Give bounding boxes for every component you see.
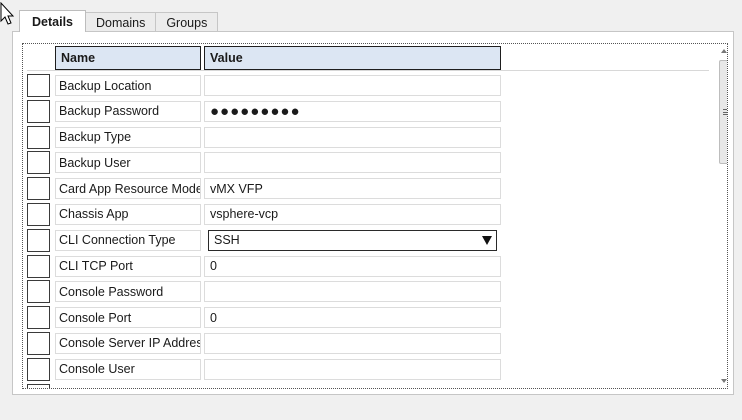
mouse-pointer-icon [0, 2, 15, 25]
attribute-name-cell: Backup User [55, 152, 201, 174]
table-row: Card App Resource Model vMX VFP [23, 176, 713, 202]
table-row: Chassis App vsphere-vcp [23, 202, 713, 228]
attribute-value-cell[interactable] [204, 75, 501, 96]
attribute-name-cell: Backup Type [55, 126, 201, 148]
row-selector[interactable] [27, 125, 50, 149]
attribute-value-cell[interactable]: vMX VFP [204, 178, 501, 200]
row-selector[interactable] [27, 254, 50, 278]
tab-strip: Details Domains Groups [19, 10, 219, 32]
table-row: Console Password [23, 279, 713, 305]
row-selector[interactable] [27, 177, 50, 201]
attribute-name-cell: Card App Resource Model [55, 178, 201, 200]
tab-groups[interactable]: Groups [155, 12, 219, 32]
table-row: Console Port 0 [23, 305, 713, 331]
attribute-value-cell[interactable] [204, 358, 501, 380]
row-selector[interactable] [27, 331, 50, 355]
attribute-value-cell[interactable]: vsphere-vcp [204, 203, 501, 225]
row-selector[interactable] [27, 151, 50, 175]
attribute-value-cell[interactable] [204, 281, 501, 303]
dropdown-arrow-icon[interactable] [482, 235, 492, 245]
attribute-value-cell[interactable] [204, 126, 501, 148]
row-header-corner [27, 46, 53, 70]
tab-details[interactable]: Details [19, 10, 86, 32]
column-header-name[interactable]: Name [55, 46, 201, 70]
table-row: Backup Type [23, 125, 713, 151]
attribute-value-cell[interactable]: 0 [204, 307, 501, 329]
table-row: CLI TCP Port 0 [23, 254, 713, 280]
grid-rows: Backup Location Backup Password ●●●●●●●●… [23, 73, 713, 388]
column-header-value[interactable]: Value [204, 46, 501, 70]
scrollbar-thumb[interactable] [719, 60, 727, 164]
password-value-cell[interactable]: ●●●●●●●●● [204, 100, 501, 122]
attribute-name-cell: Console Password [55, 281, 201, 303]
row-selector[interactable] [27, 383, 50, 388]
table-row: Console Server IP Address [23, 331, 713, 357]
attribute-name-cell: Console Port [55, 307, 201, 329]
attribute-name-cell: Backup Location [55, 75, 201, 96]
vertical-scrollbar[interactable] [717, 44, 727, 388]
scrollbar-grip-icon [723, 109, 727, 115]
header-divider [27, 70, 709, 71]
attribute-name-cell: Console Server IP Address [55, 332, 201, 354]
row-selector[interactable] [27, 74, 50, 97]
table-row [23, 383, 713, 388]
dropdown-selected-value: SSH [214, 233, 240, 248]
attribute-value-cell[interactable]: 0 [204, 255, 501, 277]
table-row: Backup User [23, 150, 713, 176]
table-row: CLI Connection Type SSH [23, 228, 713, 254]
row-selector[interactable] [27, 228, 50, 252]
cli-connection-type-dropdown[interactable]: SSH [208, 229, 497, 251]
scroll-up-arrow-icon[interactable] [721, 49, 727, 53]
details-panel: Name Value Backup Location Backup Passwo… [12, 31, 734, 395]
row-selector[interactable] [27, 357, 50, 381]
attribute-name-cell: Console User [55, 358, 201, 380]
attribute-value-cell[interactable] [204, 152, 501, 174]
row-selector[interactable] [27, 306, 50, 330]
table-row: Backup Location [23, 73, 713, 99]
row-selector[interactable] [27, 202, 50, 226]
row-selector[interactable] [27, 280, 50, 304]
attribute-name-cell: Chassis App [55, 203, 201, 225]
table-row: Backup Password ●●●●●●●●● [23, 99, 713, 125]
attribute-name-cell: CLI Connection Type [55, 229, 201, 251]
attribute-name-cell: Backup Password [55, 100, 201, 122]
attribute-value-cell[interactable] [204, 332, 501, 354]
tab-domains[interactable]: Domains [85, 12, 157, 32]
scroll-down-arrow-icon[interactable] [721, 379, 727, 383]
row-selector[interactable] [27, 99, 50, 123]
table-row: Console User [23, 357, 713, 383]
attributes-grid: Name Value Backup Location Backup Passwo… [22, 43, 728, 389]
attribute-name-cell: CLI TCP Port [55, 255, 201, 277]
